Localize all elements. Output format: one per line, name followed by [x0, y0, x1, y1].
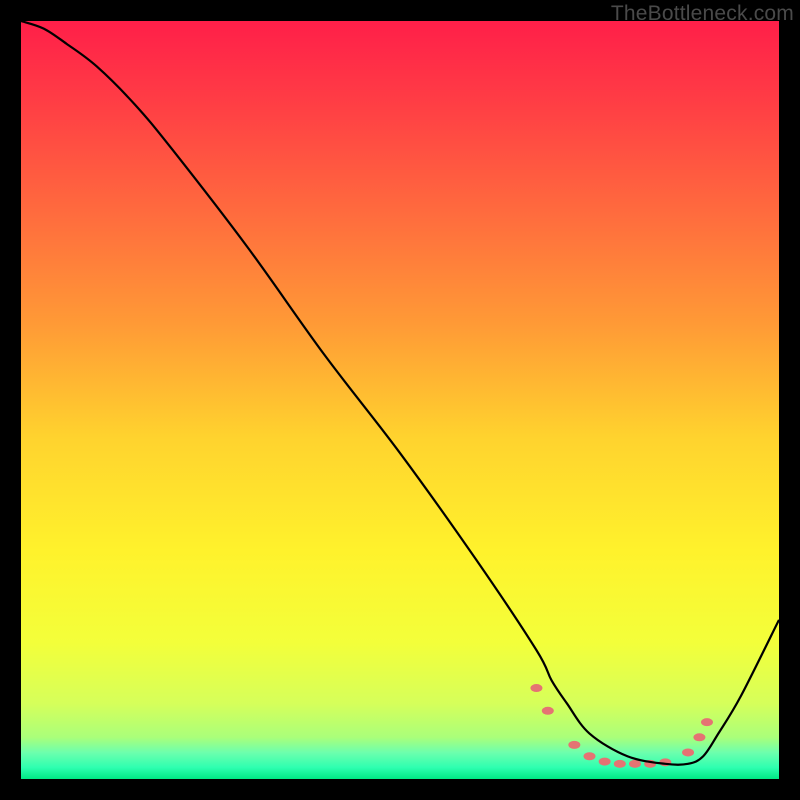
marker-dot [530, 684, 542, 692]
marker-dot [614, 760, 626, 768]
chart-frame [21, 21, 779, 779]
chart-background [21, 21, 779, 779]
marker-dot [693, 733, 705, 741]
marker-dot [599, 758, 611, 766]
marker-dot [568, 741, 580, 749]
watermark-text: TheBottleneck.com [611, 2, 794, 26]
marker-dot [701, 718, 713, 726]
bottleneck-chart [21, 21, 779, 779]
marker-dot [584, 752, 596, 760]
marker-dot [629, 760, 641, 768]
marker-dot [682, 748, 694, 756]
marker-dot [542, 707, 554, 715]
